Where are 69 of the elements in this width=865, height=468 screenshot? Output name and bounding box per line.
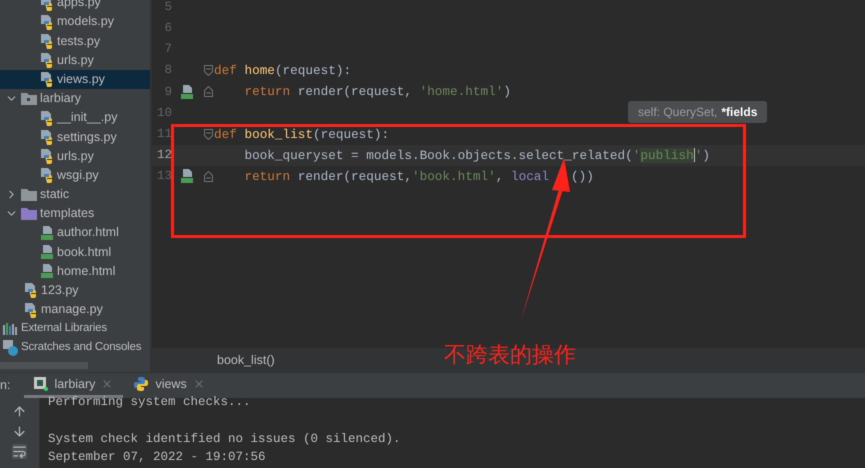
code-line: def book_list(request): (214, 126, 390, 144)
html-file-icon (40, 263, 54, 280)
tree-item[interactable]: templates (0, 204, 150, 224)
line-number: 13 (156, 168, 172, 185)
tree-item[interactable]: manage.py (0, 300, 150, 320)
scratches-icon (3, 340, 19, 356)
python-file-icon (24, 302, 38, 318)
tree-item[interactable]: models.py (0, 12, 150, 32)
tree-item[interactable]: static (0, 184, 150, 204)
annotation-text: 不跨表的操作 (444, 345, 576, 367)
line-number: 11 (156, 126, 172, 143)
tree-item[interactable]: settings.py (0, 127, 150, 146)
parameter-tooltip: self: QuerySet, *fields (628, 101, 768, 123)
folder-icon (21, 92, 37, 106)
tree-item[interactable]: urls.py (0, 146, 150, 166)
django-icon (34, 377, 48, 391)
code-line: book_queryset = models.Book.objects.select_related('publish') (243, 146, 710, 165)
tree-item[interactable]: External Libraries (0, 319, 150, 338)
fold-marker-icon[interactable] (204, 170, 212, 182)
html-file-icon (40, 224, 54, 241)
scroll-down-icon[interactable] (12, 424, 27, 439)
tree-item[interactable]: home.html (0, 262, 150, 281)
code-line: return render(request, 'home.html') (243, 83, 511, 102)
run-label: n: (0, 377, 10, 394)
line-number: 8 (163, 62, 172, 80)
code-line: def home(request): (214, 62, 352, 80)
tree-item[interactable]: tests.py (0, 31, 150, 51)
tree-item[interactable]: author.html (0, 223, 150, 242)
tree-item[interactable]: __init__.py (0, 108, 150, 128)
library-icon (3, 322, 19, 335)
line-number: 9 (163, 84, 172, 101)
tree-item[interactable]: 123.py (0, 280, 150, 300)
tree-item[interactable]: urls.py (0, 50, 150, 70)
tree-item[interactable]: larbiary (0, 88, 150, 108)
html-file-icon (180, 84, 194, 100)
html-file-icon (180, 168, 194, 184)
folder-icon (21, 188, 37, 201)
python-file-icon (40, 128, 54, 145)
python-file-icon (40, 32, 54, 49)
line-number: 6 (163, 20, 172, 38)
python-file-icon (40, 167, 54, 184)
fold-marker-icon[interactable] (204, 86, 212, 98)
scroll-up-icon[interactable] (12, 404, 27, 419)
python-file-icon (40, 71, 54, 88)
tree-item[interactable]: Scratches and Consoles (0, 338, 150, 358)
line-number: 7 (163, 41, 172, 58)
tree-item[interactable]: views.py (0, 70, 150, 89)
soft-wrap-icon[interactable] (12, 444, 27, 459)
tree-item[interactable]: book.html (0, 242, 150, 262)
code-line: return render(request,'book.html', local ()) (243, 168, 594, 186)
console-line: System check identified no issues (0 silenced). (48, 430, 401, 448)
folder-icon (21, 207, 37, 220)
close-icon[interactable] (101, 378, 114, 390)
tree-item[interactable]: wsgi.py (0, 166, 150, 185)
python-file-icon (40, 52, 54, 68)
python-file-icon (40, 148, 54, 164)
python-file-icon (40, 110, 54, 126)
breadcrumb[interactable]: book_list() (217, 350, 275, 370)
fold-marker-icon[interactable] (204, 65, 212, 76)
console-line: September 07, 2022 - 19:07:56 (48, 449, 266, 466)
line-number: 5 (163, 0, 172, 16)
python-file-icon (24, 282, 38, 298)
line-number: 12 (156, 146, 172, 164)
close-icon[interactable] (192, 378, 205, 390)
fold-marker-icon[interactable] (204, 128, 212, 140)
line-number: 10 (156, 104, 172, 122)
html-file-icon (40, 244, 54, 260)
python-icon (133, 376, 150, 392)
python-file-icon (40, 14, 54, 30)
